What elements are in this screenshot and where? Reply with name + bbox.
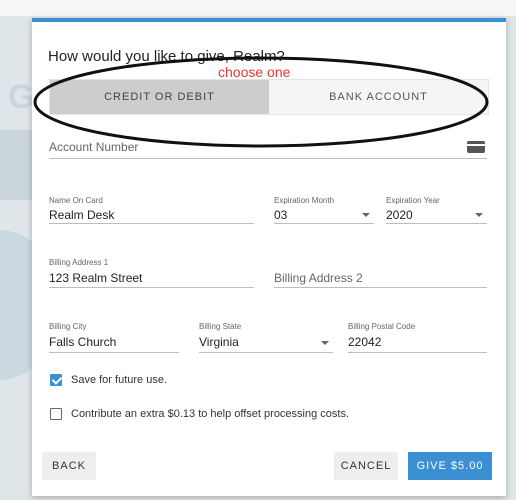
save-for-future-row: Save for future use. xyxy=(50,374,167,386)
contribute-extra-row: Contribute an extra $0.13 to help offset… xyxy=(50,408,349,420)
billing-city-value: Falls Church xyxy=(49,335,117,349)
expiration-year-label: Expiration Year xyxy=(386,196,440,205)
background-side-panel: + xyxy=(0,130,34,292)
billing-city-field[interactable]: Billing City Falls Church xyxy=(49,322,179,353)
give-button[interactable]: GIVE $5.00 xyxy=(408,452,492,480)
payment-method-tabs: CREDIT OR DEBIT BANK ACCOUNT xyxy=(49,79,489,115)
billing-state-label: Billing State xyxy=(199,322,242,331)
expiration-month-label: Expiration Month xyxy=(274,196,335,205)
billing-address-1-label: Billing Address 1 xyxy=(49,258,109,267)
save-for-future-checkbox[interactable] xyxy=(50,374,62,386)
billing-postal-code-field[interactable]: Billing Postal Code 22042 xyxy=(348,322,487,353)
billing-postal-code-value: 22042 xyxy=(348,335,382,349)
tab-credit-or-debit[interactable]: CREDIT OR DEBIT xyxy=(50,80,269,114)
billing-state-value: Virginia xyxy=(199,335,239,349)
tab-bank-account[interactable]: BANK ACCOUNT xyxy=(269,80,488,114)
contribute-extra-label: Contribute an extra $0.13 to help offset… xyxy=(71,408,350,420)
chevron-down-icon xyxy=(362,213,370,217)
name-on-card-value: Realm Desk xyxy=(49,208,115,222)
billing-address-1-value: 123 Realm Street xyxy=(49,271,143,285)
background-header xyxy=(0,0,516,16)
cancel-button[interactable]: CANCEL xyxy=(334,452,398,480)
credit-card-icon xyxy=(467,141,485,153)
modal-title: How would you like to give, Realm? xyxy=(48,48,285,65)
back-button[interactable]: BACK xyxy=(42,452,96,480)
account-number-field[interactable]: Account Number xyxy=(49,134,487,159)
billing-address-1-field[interactable]: Billing Address 1 123 Realm Street xyxy=(49,258,254,288)
chevron-down-icon xyxy=(475,213,483,217)
billing-state-select[interactable]: Billing State Virginia xyxy=(199,322,333,353)
name-on-card-field[interactable]: Name On Card Realm Desk xyxy=(49,196,254,224)
contribute-extra-checkbox[interactable] xyxy=(50,408,62,420)
chevron-down-icon xyxy=(321,341,329,345)
billing-address-2-placeholder: Billing Address 2 xyxy=(274,271,363,285)
account-number-placeholder: Account Number xyxy=(49,140,139,154)
expiration-month-select[interactable]: Expiration Month 03 xyxy=(274,196,374,224)
annotation-hint: choose one xyxy=(218,64,291,80)
billing-postal-code-label: Billing Postal Code xyxy=(348,322,416,331)
name-on-card-label: Name On Card xyxy=(49,196,103,205)
billing-address-2-field[interactable]: Billing Address 2 xyxy=(274,258,487,288)
billing-city-label: Billing City xyxy=(49,322,87,331)
expiration-year-value: 2020 xyxy=(386,208,413,222)
expiration-month-value: 03 xyxy=(274,208,288,222)
expiration-year-select[interactable]: Expiration Year 2020 xyxy=(386,196,487,224)
save-for-future-label: Save for future use. xyxy=(71,374,167,386)
give-payment-modal: How would you like to give, Realm? choos… xyxy=(32,18,506,496)
